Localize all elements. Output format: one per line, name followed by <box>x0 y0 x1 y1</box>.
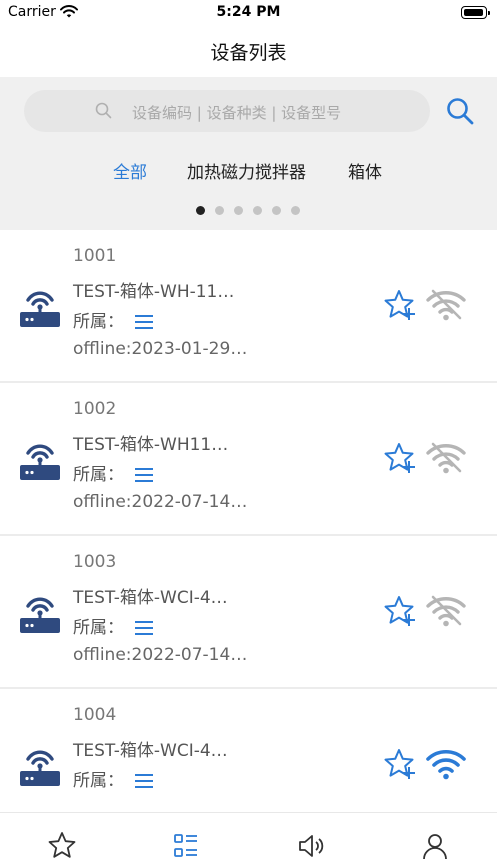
add-favorite-icon[interactable] <box>382 747 416 781</box>
search-button[interactable] <box>442 93 478 129</box>
tab-cabinet[interactable]: 箱体 <box>348 158 382 183</box>
router-icon <box>20 597 60 633</box>
owner-label: 所属： <box>73 618 124 638</box>
device-status: offline:2022-07-14… <box>73 645 248 665</box>
menu-icon[interactable] <box>135 773 153 789</box>
search-icon <box>95 102 112 119</box>
device-name: TEST-箱体-WH-11… <box>73 282 235 302</box>
page-dot[interactable] <box>215 206 224 215</box>
owner-row: 所属： <box>73 460 153 485</box>
device-status: offline:2023-01-29… <box>73 339 248 359</box>
wifi-on-icon <box>426 749 466 780</box>
device-row[interactable]: 1002 TEST-箱体-WH11… 所属： offline:2022-07-1… <box>0 383 497 536</box>
device-code: 1001 <box>73 246 117 266</box>
page-dot[interactable] <box>291 206 300 215</box>
owner-label: 所属： <box>73 771 124 791</box>
page-title: 设备列表 <box>210 42 287 64</box>
wifi-off-icon <box>426 595 466 627</box>
tab-device-list[interactable] <box>171 831 201 860</box>
add-favorite-icon[interactable] <box>382 441 416 475</box>
router-icon <box>20 291 60 327</box>
list-icon <box>174 834 197 857</box>
page-dot[interactable] <box>253 206 262 215</box>
router-icon <box>20 444 60 480</box>
device-code: 1002 <box>73 399 117 419</box>
filter-area: 设备编码 | 设备种类 | 设备型号 全部 加热磁力搅拌器 箱体 <box>0 77 497 230</box>
owner-row: 所属： <box>73 766 153 791</box>
device-code: 1004 <box>73 705 117 725</box>
menu-icon[interactable] <box>135 314 153 330</box>
page-dot[interactable] <box>234 206 243 215</box>
category-tabs: 全部 加热磁力搅拌器 箱体 <box>0 158 497 184</box>
wifi-off-icon <box>426 289 466 321</box>
owner-label: 所属： <box>73 465 124 485</box>
device-row[interactable]: 1001 TEST-箱体-WH-11… 所属： offline:2023-01-… <box>0 230 497 383</box>
clock: 5:24 PM <box>216 4 281 20</box>
tab-heating-stirrer[interactable]: 加热磁力搅拌器 <box>187 158 306 183</box>
tab-profile[interactable] <box>420 831 450 860</box>
search-input[interactable]: 设备编码 | 设备种类 | 设备型号 <box>24 90 430 132</box>
tab-alarm[interactable] <box>296 831 326 860</box>
owner-row: 所属： <box>73 307 153 332</box>
speaker-icon <box>299 835 324 857</box>
star-icon <box>48 832 76 858</box>
user-icon <box>423 834 447 860</box>
add-favorite-icon[interactable] <box>382 594 416 628</box>
search-icon <box>447 98 474 125</box>
menu-icon[interactable] <box>135 620 153 636</box>
page-indicator <box>0 205 497 217</box>
router-icon <box>20 750 60 786</box>
tab-bar <box>0 812 497 860</box>
device-name: TEST-箱体-WH11… <box>73 435 229 455</box>
add-favorite-icon[interactable] <box>382 288 416 322</box>
battery-icon <box>461 6 490 19</box>
owner-row: 所属： <box>73 613 153 638</box>
device-name: TEST-箱体-WCI-4… <box>73 588 228 608</box>
status-bar: Carrier 5:24 PM <box>0 0 497 26</box>
device-status: offline:2022-07-14… <box>73 492 248 512</box>
owner-label: 所属： <box>73 312 124 332</box>
page-dot[interactable] <box>272 206 281 215</box>
menu-icon[interactable] <box>135 467 153 483</box>
tab-favorites[interactable] <box>47 831 77 860</box>
device-row[interactable]: 1003 TEST-箱体-WCI-4… 所属： offline:2022-07-… <box>0 536 497 689</box>
device-name: TEST-箱体-WCI-4… <box>73 741 228 761</box>
page-dot[interactable] <box>196 206 205 215</box>
device-code: 1003 <box>73 552 117 572</box>
wifi-off-icon <box>426 442 466 474</box>
search-placeholder: 设备编码 | 设备种类 | 设备型号 <box>132 104 342 122</box>
tab-all[interactable]: 全部 <box>113 158 147 183</box>
